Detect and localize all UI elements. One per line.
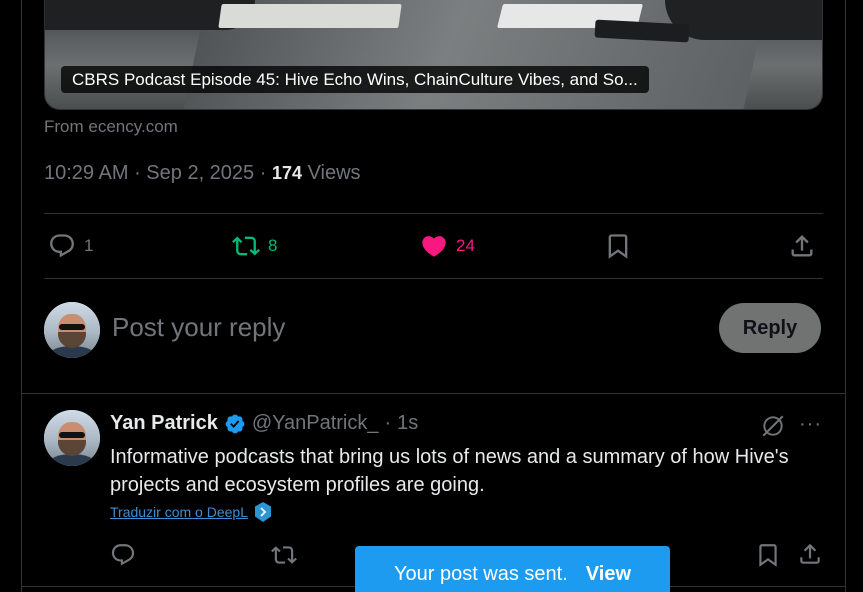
share-icon[interactable] [797,541,823,567]
bookmark-button[interactable] [604,232,632,260]
link-card-image[interactable]: CBRS Podcast Episode 45: Hive Echo Wins,… [44,0,823,110]
reply-icon[interactable] [110,542,136,568]
bookmark-icon[interactable] [755,542,781,568]
views-label: Views [307,162,361,184]
post-sent-toast: Your post was sent. View [355,546,670,592]
repost-icon [232,236,260,256]
like-icon [422,236,446,257]
repost-button[interactable]: 8 [232,232,277,260]
reply-icon [50,234,74,258]
separator-dot: · [384,412,392,434]
separator-dot: · [134,162,147,184]
link-card-title[interactable]: CBRS Podcast Episode 45: Hive Echo Wins,… [61,66,649,93]
divider [22,393,845,394]
post-text: Informative podcasts that bring us lots … [110,446,789,496]
share-button[interactable] [788,232,816,260]
avatar-glasses [59,432,85,438]
toast-view-link[interactable]: View [586,563,631,586]
post-header: Yan Patrick @YanPatrick_ · 1s [110,412,418,435]
more-icon[interactable]: ··· [799,410,821,440]
reply-submit-button[interactable]: Reply [719,303,821,353]
post-time[interactable]: 1s [397,412,418,435]
repost-icon[interactable] [271,542,297,568]
separator-dot: · [259,162,272,184]
like-button[interactable]: 24 [420,232,475,260]
grok-icon[interactable] [760,413,786,439]
post-action-bar: 1 8 24 [44,214,823,278]
reply-input[interactable]: Post your reply [112,312,285,343]
reply-composer: Post your reply Reply [44,302,823,358]
card-image-paper [218,4,402,28]
avatar-glasses [59,324,85,330]
views-count: 174 [271,163,302,183]
divider [44,278,823,279]
post-meta: 10:29 AM · Sep 2, 2025 · 174 Views [44,162,361,185]
post-date[interactable]: Sep 2, 2025 [146,162,254,184]
share-icon [791,235,813,257]
avatar[interactable] [44,302,100,358]
reply-count: 1 [84,236,94,255]
translate-label[interactable]: Traduzir com o DeepL [110,504,248,520]
repost-count: 8 [268,236,278,255]
bookmark-icon [608,234,628,259]
user-handle[interactable]: @YanPatrick_ [252,412,379,435]
post-time[interactable]: 10:29 AM [44,162,129,184]
display-name[interactable]: Yan Patrick [110,412,218,435]
deepl-icon [254,502,271,522]
verified-icon[interactable] [224,413,246,435]
translate-link[interactable]: Traduzir com o DeepL [110,502,272,522]
toast-message: Your post was sent. [393,563,568,585]
link-card-source[interactable]: From ecency.com [44,117,178,137]
avatar[interactable] [44,410,100,466]
like-count: 24 [456,236,475,255]
reply-button[interactable]: 1 [48,232,93,260]
